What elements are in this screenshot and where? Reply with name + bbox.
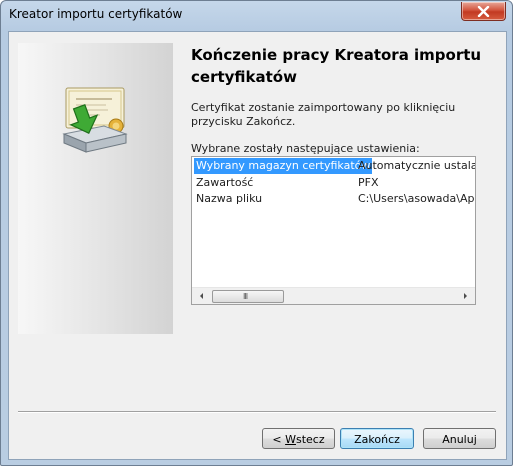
list-item[interactable]: Zawartość PFX <box>192 175 475 191</box>
setting-name: Zawartość <box>196 176 254 189</box>
list-item[interactable]: Nazwa pliku C:\Users\asowada\AppData <box>192 191 475 207</box>
list-item[interactable]: Wybrany magazyn certyfikatów Automatyczn… <box>192 158 475 174</box>
page-title: Kończenie pracy Kreatora importu certyfi… <box>191 46 482 86</box>
horizontal-scrollbar[interactable]: III <box>192 287 475 304</box>
arrow-right-icon[interactable] <box>460 291 470 301</box>
close-icon <box>477 6 490 17</box>
page-description: Certyfikat zostanie zaimportowany po kli… <box>191 101 456 128</box>
back-button-accelerator: W <box>285 433 296 446</box>
scrollbar-thumb[interactable]: III <box>212 290 284 303</box>
dialog-content: Kończenie pracy Kreatora importu certyfi… <box>8 31 507 460</box>
setting-value: Automatycznie ustalane <box>358 159 475 172</box>
divider <box>18 411 496 413</box>
settings-list[interactable]: Wybrany magazyn certyfikatów Automatyczn… <box>191 156 476 305</box>
back-button-prefix: < <box>272 433 286 446</box>
scrollbar-grip: III <box>243 292 248 301</box>
dialog-window: Kreator importu certyfikatów Kończenie p… <box>0 0 513 466</box>
setting-value: C:\Users\asowada\AppData <box>358 192 475 205</box>
back-button-label: stecz <box>295 433 325 446</box>
certificate-import-icon <box>62 87 128 153</box>
window-title: Kreator importu certyfikatów <box>9 7 183 21</box>
close-button[interactable] <box>461 2 506 21</box>
wizard-side-panel <box>18 43 173 334</box>
title-bar[interactable]: Kreator importu certyfikatów <box>1 1 512 27</box>
arrow-left-icon[interactable] <box>197 291 207 301</box>
setting-name: Wybrany magazyn certyfikatów <box>194 158 373 174</box>
setting-value: PFX <box>358 176 379 189</box>
settings-label: Wybrane zostały następujące ustawienia: <box>191 142 420 155</box>
setting-name: Nazwa pliku <box>196 192 263 205</box>
back-button[interactable]: < Wstecz <box>262 428 335 449</box>
cancel-button[interactable]: Anuluj <box>423 428 496 449</box>
finish-button[interactable]: Zakończ <box>340 428 414 449</box>
